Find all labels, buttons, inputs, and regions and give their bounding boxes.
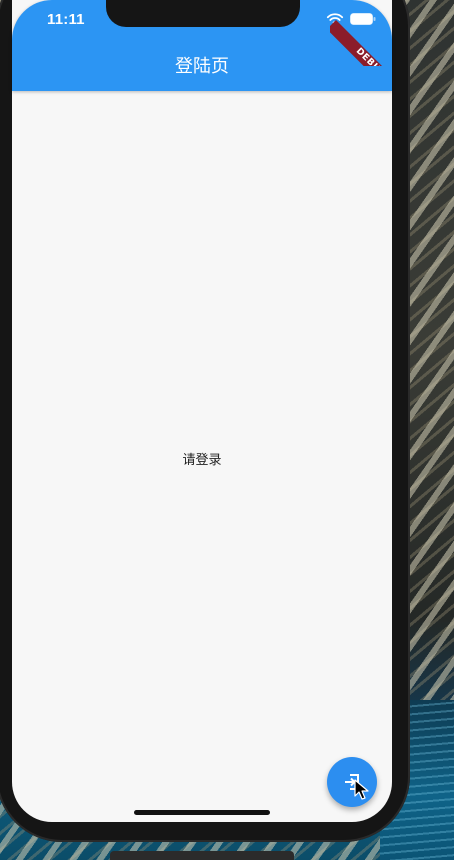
device-bottom-edge [110,851,294,860]
status-bar-time: 11:11 [47,11,85,28]
login-prompt-text: 请登录 [182,453,222,468]
home-indicator [134,810,270,815]
debug-banner: DEBUG [330,0,396,66]
device-notch [106,0,300,27]
debug-banner-label: DEBUG [330,20,396,66]
mouse-cursor-icon [354,779,369,800]
app-screen [12,0,392,822]
